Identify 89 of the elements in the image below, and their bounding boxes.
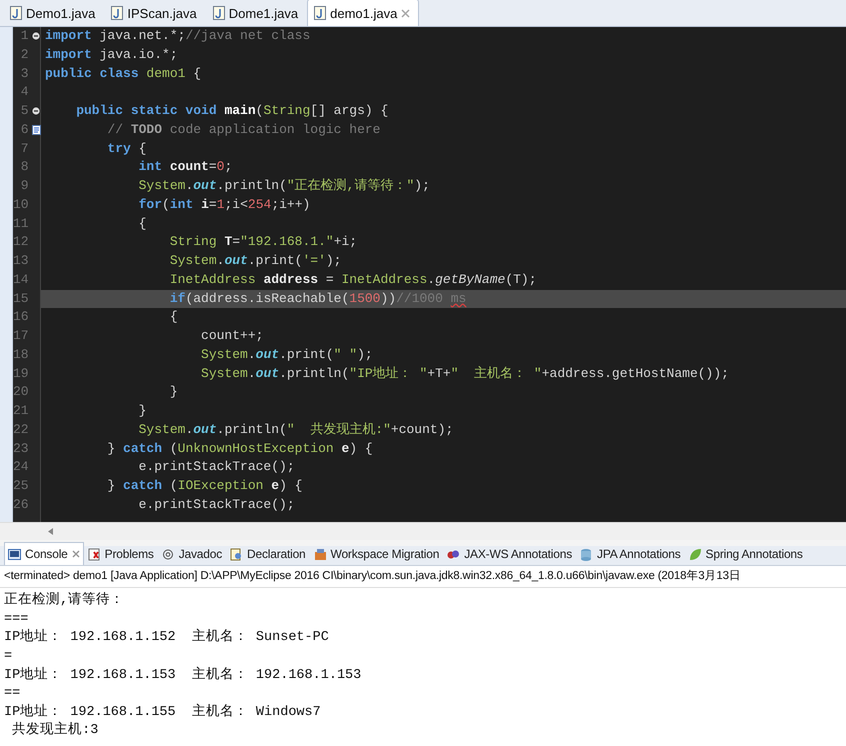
code-line: InetAddress address = InetAddress.getByName(T); (168, 270, 538, 289)
console-line: === (3, 610, 30, 628)
line-number: 6 (20, 120, 30, 139)
java-file-icon (212, 6, 225, 20)
database-icon (580, 548, 594, 560)
console-line: IP地址： 192.168.1.152 主机名： Sunset-PC (3, 629, 330, 648)
problems-icon (88, 548, 101, 560)
line-number: 16 (13, 308, 30, 326)
java-file-icon (10, 6, 22, 20)
editor-tab[interactable]: Demo1.java (3, 0, 104, 26)
code-line: { (168, 308, 179, 326)
line-number: 13 (13, 252, 30, 270)
line-number: 18 (13, 346, 30, 364)
view-tab[interactable]: JAX-WS Annotations (443, 542, 576, 565)
line-number: 19 (13, 364, 30, 382)
java-file-icon (111, 6, 124, 20)
code-line: // TODO code application logic here (106, 120, 382, 139)
line-number: 17 (13, 327, 30, 345)
collapse-icon[interactable] (32, 107, 40, 116)
code-line: System.out.println(" 共发现主机:"+count); (138, 420, 454, 439)
scroll-left-icon[interactable] (48, 528, 53, 535)
view-tab[interactable]: Spring Annotations (684, 542, 807, 565)
code-line: System.out.print(" "); (200, 346, 374, 364)
java-file-icon (314, 6, 326, 20)
console-line: IP地址： 192.168.1.153 主机名： 192.168.1.153 (3, 666, 362, 685)
code-line: e.printStackTrace(); (138, 458, 296, 476)
view-tab[interactable]: Javadoc (158, 542, 226, 565)
line-number: 2 (20, 46, 30, 64)
code-line: for(int i=1;i<254;i++) (138, 196, 312, 214)
at-sign-icon (162, 548, 175, 560)
code-line: String T="192.168.1."+i; (168, 233, 358, 252)
line-number: 12 (13, 233, 30, 252)
line-number: 8 (20, 158, 30, 176)
console-status: <terminated> demo1 [Java Application] D:\APP\MyEclipse 2016 CI\binary\com.sun.java.jdk8.win32.x86_64_1.8.0.u66\bin\javaw.exe (2018年3月13日 (0, 566, 846, 588)
line-number: 14 (13, 270, 30, 289)
code-line: System.out.println("正在检测,请等待："); (138, 177, 431, 195)
view-tab[interactable]: Console (4, 542, 84, 565)
view-tab[interactable]: Workspace Migration (310, 542, 444, 565)
document-icon (230, 548, 244, 560)
console-icon (8, 548, 21, 560)
line-number: 22 (13, 420, 30, 439)
view-tab[interactable]: Problems (84, 542, 158, 565)
line-number: 4 (20, 83, 30, 102)
line-number: 20 (13, 383, 30, 402)
code-line: } catch (UnknownHostException e) { (106, 440, 374, 458)
line-number: 26 (13, 496, 30, 514)
line-number: 3 (20, 64, 30, 82)
console-line: 正在检测,请等待： (3, 592, 126, 610)
code-line: public static void main(String[] args) { (75, 102, 390, 120)
code-line: import java.io.*; (44, 46, 179, 64)
line-number: 25 (13, 477, 30, 495)
code-line: int count=0; (138, 158, 234, 176)
line-number: 11 (13, 214, 30, 232)
line-number: 24 (13, 458, 30, 476)
line-number: 5 (20, 102, 30, 120)
line-number: 23 (13, 440, 30, 458)
view-tab[interactable]: JPA Annotations (576, 542, 685, 565)
line-number: 1 (20, 27, 30, 45)
line-number: 15 (13, 290, 30, 308)
console-line: == (3, 685, 22, 704)
briefcase-icon (314, 548, 327, 560)
code-line: { (138, 214, 148, 232)
code-line: e.printStackTrace(); (138, 496, 296, 514)
close-icon[interactable] (401, 8, 410, 18)
console-line: IP地址： 192.168.1.155 主机名： Windows7 (3, 704, 322, 722)
code-line: try { (106, 140, 148, 158)
collapse-icon[interactable] (32, 32, 40, 40)
close-icon[interactable] (72, 550, 80, 558)
console-line: 共发现主机:3 (11, 722, 100, 740)
code-line: public class demo1 { (44, 64, 202, 82)
code-line: count++; (200, 327, 264, 345)
console-line: = (3, 648, 14, 666)
view-tab[interactable]: Declaration (226, 542, 310, 565)
line-number: 10 (13, 196, 30, 214)
code-line: } (168, 383, 179, 402)
spheres-icon (447, 548, 460, 560)
leaf-icon (688, 548, 702, 560)
line-number: 9 (20, 177, 30, 195)
editor-tab[interactable]: IPScan.java (104, 0, 206, 26)
code-line: System.out.println("IP地址： "+T+" 主机名： "+address.getHostName()); (200, 364, 730, 382)
line-number: 21 (13, 402, 30, 420)
horizontal-scrollbar[interactable] (0, 522, 846, 540)
line-number: 7 (20, 140, 30, 158)
editor-tab[interactable]: Dome1.java (206, 0, 308, 26)
code-line: System.out.print('='); (168, 252, 342, 270)
code-line: } (138, 402, 148, 420)
code-line: } catch (IOException e) { (106, 477, 304, 495)
editor-tab[interactable]: demo1.java (307, 0, 420, 26)
code-line: import java.net.*;//java net class (44, 27, 312, 45)
